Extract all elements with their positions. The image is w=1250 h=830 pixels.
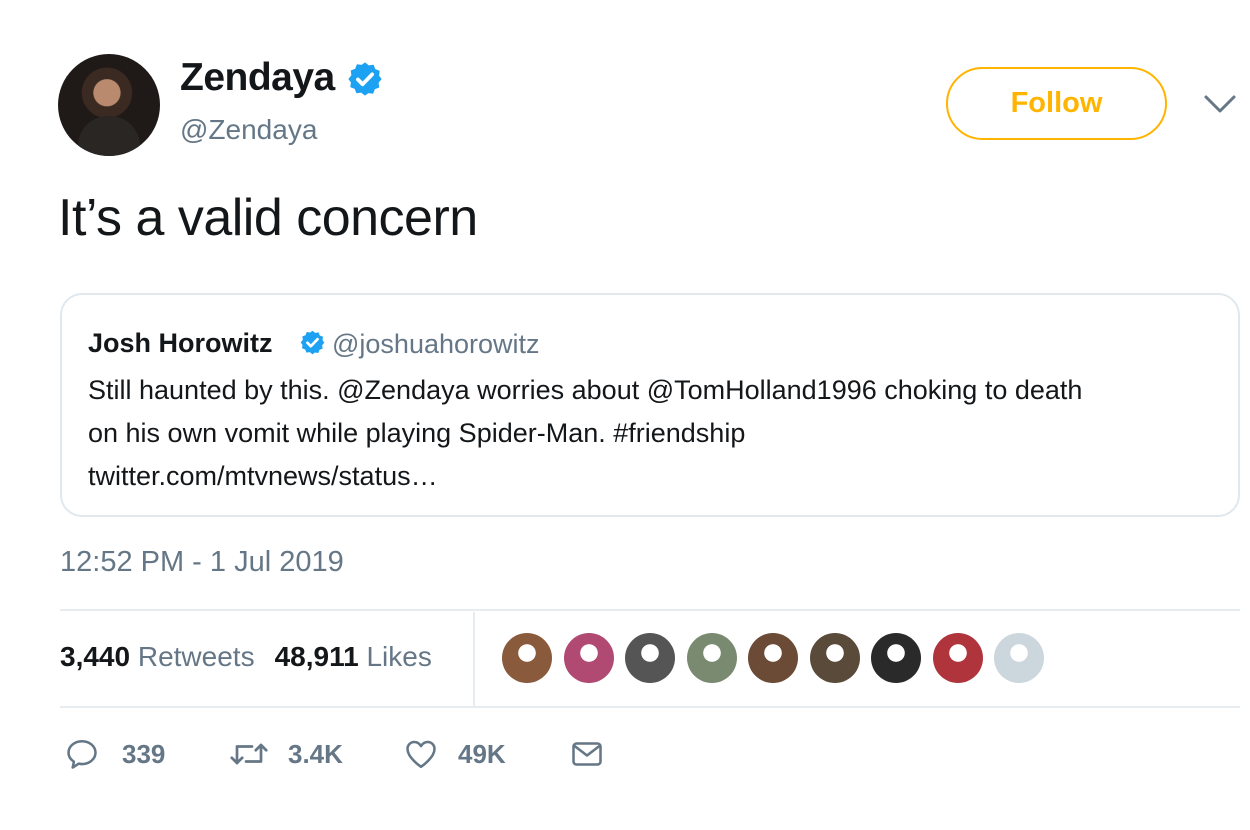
author-avatar[interactable] [58, 54, 160, 156]
like-button[interactable]: 49K [402, 734, 506, 774]
liker-avatar-5[interactable] [748, 633, 798, 683]
retweets-label: Retweets [137, 641, 255, 672]
author-handle[interactable]: @Zendaya [180, 114, 317, 146]
likes-label: Likes [366, 641, 432, 672]
envelope-icon [572, 742, 602, 766]
likes-stat[interactable]: 48,911 Likes [275, 641, 432, 672]
liker-avatar-4[interactable] [686, 633, 737, 683]
quoted-text-line: on his own vomit while playing Spider-Ma… [88, 418, 746, 448]
liker-avatar-1[interactable] [502, 633, 552, 683]
retweets-stat[interactable]: 3,440 Retweets [60, 641, 255, 672]
verified-badge-icon [300, 330, 325, 355]
reply-count: 339 [122, 738, 166, 769]
reply-icon [67, 739, 97, 769]
liker-avatar-7[interactable] [871, 633, 921, 683]
direct-message-button[interactable] [569, 734, 605, 774]
quoted-author-name: Josh Horowitz [88, 328, 273, 358]
retweet-icon [230, 743, 268, 765]
liker-avatar-9[interactable] [994, 633, 1044, 683]
chevron-down-icon[interactable] [1203, 93, 1237, 115]
divider [60, 706, 1240, 708]
retweet-button[interactable]: 3.4K [228, 734, 343, 774]
divider [60, 609, 1240, 611]
quoted-author-handle: @joshuahorowitz [332, 329, 540, 359]
author-display-name[interactable]: Zendaya [180, 56, 335, 100]
engagement-stats: 3,440 Retweets 48,911 Likes [60, 641, 432, 673]
quoted-text-line: Still haunted by this. @Zendaya worries … [88, 375, 1083, 405]
likes-count: 48,911 [274, 641, 359, 672]
retweet-count: 3.4K [288, 738, 343, 769]
follow-button[interactable]: Follow [946, 67, 1167, 140]
liker-avatar-2[interactable] [563, 633, 614, 683]
liker-avatar-8[interactable] [932, 633, 983, 683]
retweets-count: 3,440 [60, 641, 131, 672]
tweet-text: It’s a valid concern [58, 189, 478, 247]
reply-button[interactable]: 339 [64, 734, 165, 774]
like-count: 49K [458, 738, 506, 769]
heart-icon [406, 740, 436, 769]
quoted-tweet-card[interactable]: Josh Horowitz @joshuahorowitz Still haun… [60, 293, 1240, 517]
quoted-link[interactable]: twitter.com/mtvnews/status… [88, 455, 1208, 498]
quoted-tweet-text: Still haunted by this. @Zendaya worries … [88, 369, 1208, 498]
verified-badge-icon [348, 62, 382, 96]
stats-divider [473, 612, 475, 706]
tweet-timestamp[interactable]: 12:52 PM - 1 Jul 2019 [60, 546, 344, 579]
liker-avatar-3[interactable] [625, 633, 675, 683]
liker-avatar-6[interactable] [809, 633, 860, 683]
